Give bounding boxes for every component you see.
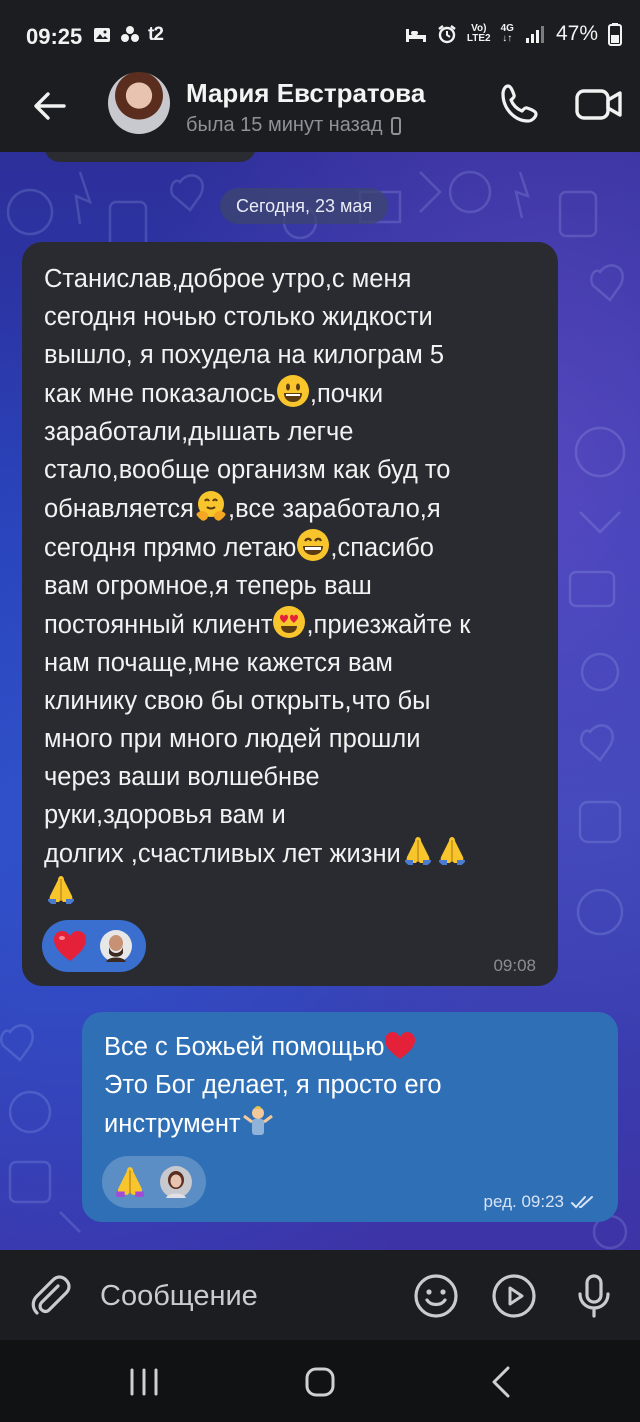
battery-level: 47%: [555, 22, 598, 45]
incoming-message-time: 09:08: [493, 956, 536, 975]
chat-area[interactable]: Сегодня, 23 мая Станислав,доброе утро,с …: [0, 152, 640, 1250]
emoji-button[interactable]: [412, 1272, 460, 1320]
grinning-face-emoji: [276, 375, 309, 407]
message-composer: [0, 1250, 640, 1340]
recent-apps-button[interactable]: [124, 1362, 164, 1402]
attach-button[interactable]: [28, 1274, 72, 1318]
outgoing-message[interactable]: Все с Божьей помощью Это Бог делает, я п…: [82, 1012, 618, 1222]
back-button[interactable]: [28, 84, 72, 128]
contact-avatar[interactable]: [108, 72, 170, 134]
person-shrugging-emoji: [242, 1106, 273, 1135]
sleep-bed-icon: [405, 29, 426, 42]
mobile-device-icon: [390, 116, 401, 135]
outgoing-message-text: Все с Божьей помощью Это Бог делает, я п…: [104, 1032, 442, 1138]
app-cluster-icon: [121, 26, 139, 42]
chat-header: Мария Евстратова была 15 минут назад: [0, 72, 640, 152]
heart-reaction-icon[interactable]: [52, 929, 88, 963]
incoming-message-text: Станислав,доброе утро,с меня сегодня ноч…: [44, 260, 544, 912]
volte-indicator: Vo) LTE2: [466, 23, 491, 44]
microphone-button[interactable]: [570, 1272, 618, 1320]
outgoing-reactions[interactable]: [102, 1156, 206, 1208]
folded-hands-emoji: [438, 837, 465, 865]
status-notification-icons: t2: [92, 24, 164, 46]
video-call-button[interactable]: [574, 80, 624, 128]
contact-last-seen: была 15 минут назад: [186, 114, 401, 137]
heart-eyes-emoji: [273, 606, 306, 638]
signal-icon: [525, 26, 544, 43]
message-input[interactable]: [100, 1274, 390, 1318]
beaming-face-emoji: [297, 529, 330, 561]
status-time: 09:25: [26, 24, 83, 49]
call-button[interactable]: [496, 80, 544, 128]
read-double-check-icon: [571, 1196, 593, 1209]
gallery-icon: [94, 28, 110, 42]
outgoing-message-meta: ред. 09:23: [484, 1192, 596, 1212]
status-system-icons: Vo) LTE2 4G ↓↑ 47%: [405, 22, 622, 46]
system-back-button[interactable]: [482, 1362, 522, 1402]
battery-icon: [608, 23, 622, 46]
status-bar: 09:25 t2 Vo) LTE2 4G ↓↑ 47%: [0, 0, 640, 72]
carrier-logo: t2: [148, 24, 164, 45]
folded-hands-emoji: [48, 876, 74, 904]
system-navigation-bar: [0, 1340, 640, 1422]
red-heart-emoji: [385, 1032, 416, 1059]
date-separator: Сегодня, 23 мая: [220, 188, 389, 224]
reactor-avatar: [160, 1166, 192, 1198]
hugging-face-emoji: [196, 491, 226, 521]
network-gen-indicator: 4G ↓↑: [500, 23, 514, 44]
incoming-message[interactable]: Станислав,доброе утро,с меня сегодня ноч…: [22, 242, 558, 986]
video-message-button[interactable]: [490, 1272, 538, 1320]
folded-hands-reaction-icon[interactable]: [112, 1164, 148, 1200]
contact-name[interactable]: Мария Евстратова: [186, 78, 425, 109]
incoming-reactions[interactable]: [42, 920, 146, 972]
outgoing-message-time: ред. 09:23: [483, 1192, 564, 1211]
folded-hands-emoji: [404, 837, 431, 865]
reactor-avatar: [100, 930, 132, 962]
alarm-icon: [438, 25, 456, 44]
previous-message-edge: [44, 152, 256, 162]
home-button[interactable]: [300, 1362, 340, 1402]
